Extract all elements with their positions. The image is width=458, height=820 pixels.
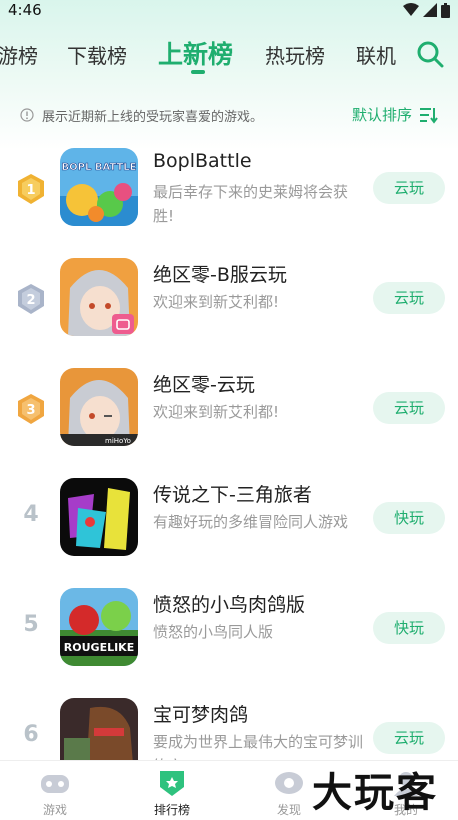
rank-number: 3 bbox=[26, 403, 35, 418]
status-bar: 4:46 bbox=[0, 0, 458, 20]
sort-icon bbox=[420, 107, 438, 124]
ranking-tabs: 游榜 下载榜 上新榜 热玩榜 联机 bbox=[0, 30, 458, 78]
cloud-play-button[interactable]: 云玩 bbox=[373, 392, 445, 424]
tab-multiplayer[interactable]: 联机 bbox=[356, 40, 396, 69]
game-title: 绝区零-B服云玩 bbox=[153, 264, 287, 286]
hint-row: 展示近期新上线的受玩家喜爱的游戏。 默认排序 bbox=[0, 102, 458, 128]
gamepad-icon bbox=[41, 775, 69, 793]
game-icon: BOPL BATTLE bbox=[60, 148, 138, 226]
ranking-shield-icon bbox=[160, 771, 184, 796]
game-desc: 欢迎来到新艾利都! bbox=[153, 403, 280, 421]
tab-new[interactable]: 上新榜 bbox=[158, 35, 233, 71]
quick-play-button[interactable]: 快玩 bbox=[373, 612, 445, 644]
game-icon-text: ROUGELIKE bbox=[64, 641, 134, 654]
rank-number: 1 bbox=[26, 183, 35, 198]
game-desc: 最后幸存下来的史莱姆将会获胜! bbox=[153, 183, 349, 225]
game-icon-text: BOPL BATTLE bbox=[62, 162, 137, 173]
cloud-play-button[interactable]: 云玩 bbox=[373, 282, 445, 314]
nav-label: 排行榜 bbox=[153, 803, 190, 817]
game-title: 愤怒的小鸟肉鸽版 bbox=[153, 594, 306, 616]
search-icon[interactable] bbox=[416, 40, 444, 68]
list-item[interactable]: 4 传说之下-三角旅者 有趣好玩的多维冒险同人游戏 快玩 bbox=[0, 474, 458, 574]
tab-games[interactable]: 游榜 bbox=[0, 40, 38, 69]
nav-ranking[interactable]: 排行榜 bbox=[127, 761, 217, 820]
game-desc: 愤怒的小鸟同人版 bbox=[153, 623, 274, 641]
rank-number: 4 bbox=[23, 502, 39, 527]
game-title: BoplBattle bbox=[153, 150, 252, 172]
tab-indicator bbox=[191, 70, 205, 74]
rank-number: 6 bbox=[23, 722, 39, 747]
signal-icon bbox=[423, 3, 437, 17]
silver-medal-icon: 2 bbox=[18, 284, 44, 314]
cloud-play-button[interactable]: 云玩 bbox=[373, 172, 445, 204]
cloud-play-button[interactable]: 云玩 bbox=[373, 722, 445, 754]
nav-games[interactable]: 游戏 bbox=[10, 761, 100, 820]
gold-medal-icon: 1 bbox=[18, 174, 44, 204]
tab-downloads[interactable]: 下载榜 bbox=[67, 40, 127, 69]
game-desc: 欢迎来到新艾利都! bbox=[153, 293, 280, 311]
battery-icon bbox=[441, 2, 450, 18]
game-icon: miHoYo bbox=[60, 368, 138, 446]
game-icon: ROUGELIKE bbox=[60, 588, 138, 666]
game-desc: 有趣好玩的多维冒险同人游戏 bbox=[153, 513, 349, 531]
list-item[interactable]: 5 ROUGELIKE 愤怒的小鸟肉鸽版 愤怒的小鸟同人版 快玩 bbox=[0, 584, 458, 684]
sort-label: 默认排序 bbox=[352, 106, 413, 124]
game-title: 绝区零-云玩 bbox=[153, 374, 255, 396]
sort-button[interactable]: 默认排序 bbox=[352, 104, 438, 125]
quick-play-button[interactable]: 快玩 bbox=[373, 502, 445, 534]
status-icons bbox=[403, 2, 450, 18]
list-item[interactable]: 2 绝区零-B服云玩 欢迎来到新艾利都! 云玩 bbox=[0, 254, 458, 354]
game-title: 宝可梦肉鸽 bbox=[153, 704, 249, 726]
hint-text: 展示近期新上线的受玩家喜爱的游戏。 bbox=[42, 110, 264, 125]
status-time: 4:46 bbox=[8, 1, 42, 19]
game-title: 传说之下-三角旅者 bbox=[153, 484, 312, 506]
nav-label: 游戏 bbox=[42, 803, 67, 817]
bronze-medal-icon: 3 bbox=[18, 394, 44, 424]
info-icon bbox=[20, 108, 34, 122]
discover-icon bbox=[275, 772, 303, 794]
rank-number: 5 bbox=[23, 612, 39, 637]
wifi-icon bbox=[403, 3, 419, 16]
game-icon bbox=[60, 478, 138, 556]
tab-hot[interactable]: 热玩榜 bbox=[265, 40, 325, 69]
game-icon-text: miHoYo bbox=[105, 437, 131, 445]
list-item[interactable]: 1 BOPL BATTLE BoplBattle 最后幸存下来的史莱姆将会获胜!… bbox=[0, 144, 458, 244]
rank-number: 2 bbox=[26, 293, 35, 308]
game-icon bbox=[60, 258, 138, 336]
list-item[interactable]: 3 miHoYo 绝区零-云玩 欢迎来到新艾利都! 云玩 bbox=[0, 364, 458, 464]
watermark-text: 大玩客 bbox=[312, 770, 438, 816]
